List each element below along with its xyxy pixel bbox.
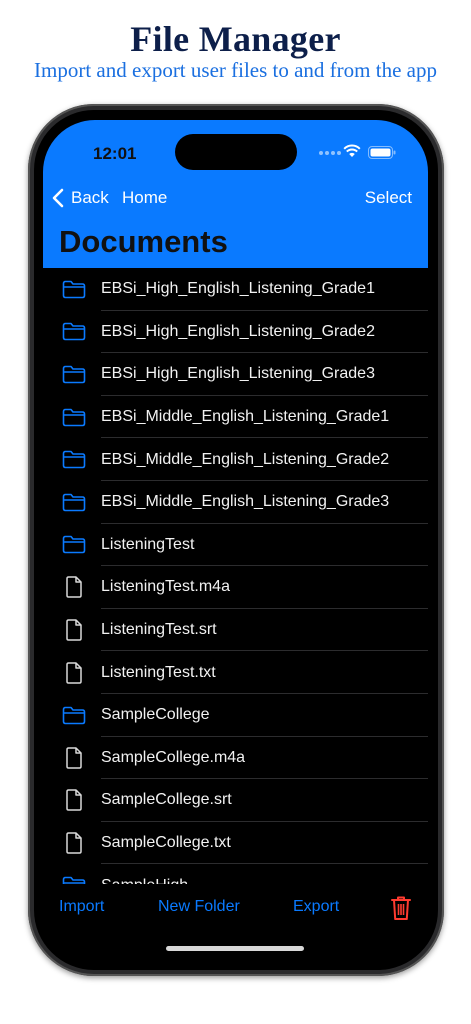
- list-item[interactable]: ListeningTest.txt: [43, 651, 428, 694]
- chevron-left-icon: [52, 188, 64, 208]
- list-item-label: SampleCollege.m4a: [101, 748, 246, 766]
- battery-icon: [368, 146, 396, 159]
- list-item[interactable]: EBSi_High_English_Listening_Grade1: [43, 268, 428, 311]
- list-item-label: EBSi_Middle_English_Listening_Grade1: [101, 408, 390, 426]
- phone-screen: 12:01 Back Home Select Documents EBSi_Hi…: [43, 120, 428, 962]
- trash-icon[interactable]: [390, 895, 412, 921]
- folder-icon: [61, 875, 87, 884]
- list-item-label: EBSi_High_English_Listening_Grade3: [101, 365, 375, 383]
- document-icon: [61, 661, 87, 684]
- folder-icon: [61, 321, 87, 343]
- bottom-toolbar: Import New Folder Export: [43, 884, 428, 934]
- list-item[interactable]: ListeningTest: [43, 524, 428, 567]
- list-item-label: ListeningTest.txt: [101, 663, 216, 681]
- list-item-label: EBSi_Middle_English_Listening_Grade2: [101, 450, 390, 468]
- list-item[interactable]: ListeningTest.m4a: [43, 566, 428, 609]
- navigation-header: 12:01 Back Home Select Documents: [43, 120, 428, 268]
- folder-icon: [61, 363, 87, 385]
- document-icon: [61, 832, 87, 854]
- folder-icon: [61, 406, 87, 428]
- folder-icon: [61, 278, 87, 300]
- signal-icon: [319, 151, 341, 155]
- select-button[interactable]: Select: [365, 188, 412, 208]
- list-item[interactable]: SampleCollege: [43, 694, 428, 737]
- list-item[interactable]: EBSi_Middle_English_Listening_Grade1: [43, 396, 428, 439]
- new-folder-button[interactable]: New Folder: [158, 898, 240, 916]
- folder-icon: [61, 491, 87, 513]
- list-item[interactable]: SampleCollege.m4a: [43, 737, 428, 780]
- export-button[interactable]: Export: [293, 898, 339, 916]
- list-item[interactable]: EBSi_High_English_Listening_Grade3: [43, 353, 428, 396]
- document-icon: [61, 619, 87, 641]
- document-icon: [61, 789, 87, 812]
- home-indicator[interactable]: [166, 946, 304, 951]
- list-item-label: EBSi_High_English_Listening_Grade1: [101, 280, 375, 298]
- list-item-label: SampleCollege.srt: [101, 791, 232, 809]
- back-button[interactable]: Back: [51, 186, 109, 210]
- list-item[interactable]: EBSi_Middle_English_Listening_Grade2: [43, 438, 428, 481]
- list-item-label: ListeningTest: [101, 535, 195, 553]
- home-button[interactable]: Home: [122, 188, 167, 208]
- dynamic-island: [175, 134, 297, 170]
- list-item-label: SampleHigh: [101, 877, 188, 884]
- promo-title: File Manager: [130, 19, 341, 59]
- list-item[interactable]: ListeningTest.srt: [43, 609, 428, 652]
- list-item-label: SampleCollege.txt: [101, 834, 231, 852]
- folder-icon: [61, 704, 87, 726]
- promo-subtitle: Import and export user files to and from…: [34, 58, 437, 82]
- list-item[interactable]: EBSi_Middle_English_Listening_Grade3: [43, 481, 428, 524]
- list-item-label: EBSi_Middle_English_Listening_Grade3: [101, 493, 390, 511]
- file-list[interactable]: EBSi_High_English_Listening_Grade1 EBSi_H…: [43, 268, 428, 884]
- back-label: Back: [71, 188, 109, 207]
- list-item-label: ListeningTest.m4a: [101, 578, 230, 596]
- list-item-label: SampleCollege: [101, 706, 210, 724]
- status-time: 12:01: [93, 144, 137, 163]
- list-item[interactable]: SampleCollege.srt: [43, 779, 428, 822]
- list-item[interactable]: EBSi_High_English_Listening_Grade2: [43, 311, 428, 354]
- list-item[interactable]: SampleCollege.txt: [43, 822, 428, 865]
- folder-icon: [61, 534, 87, 556]
- wifi-icon: [343, 144, 361, 157]
- page-title: Documents: [59, 224, 228, 259]
- document-icon: [61, 747, 87, 769]
- list-item[interactable]: SampleHigh: [43, 864, 428, 884]
- list-item-label: ListeningTest.srt: [101, 621, 217, 639]
- document-icon: [61, 576, 87, 599]
- list-item-label: EBSi_High_English_Listening_Grade2: [101, 322, 375, 340]
- import-button[interactable]: Import: [59, 898, 104, 916]
- folder-icon: [61, 449, 87, 471]
